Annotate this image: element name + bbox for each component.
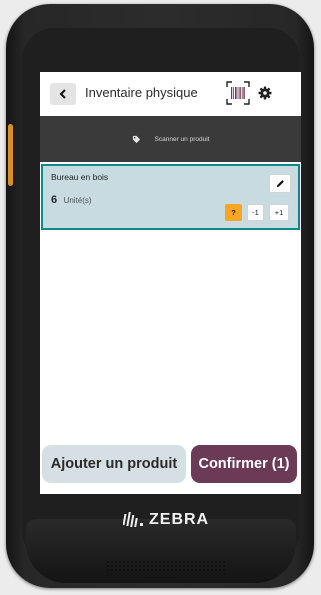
brand-logo-area: ZEBRA bbox=[123, 511, 209, 529]
product-line[interactable]: Bureau en bois 6 Unité(s) ? -1 +1 bbox=[41, 164, 300, 230]
settings-button[interactable] bbox=[257, 85, 273, 101]
pencil-icon bbox=[276, 180, 284, 188]
scan-product-label: Scanner un produit bbox=[154, 135, 210, 143]
edit-button[interactable] bbox=[269, 174, 291, 193]
speaker-grille bbox=[106, 560, 226, 574]
confirm-button[interactable]: Confirmer (1) bbox=[191, 445, 297, 483]
product-quantity: 6 Unité(s) bbox=[51, 190, 92, 208]
brand-name: ZEBRA bbox=[149, 511, 210, 528]
barcode-scan-button[interactable] bbox=[226, 81, 250, 105]
side-scan-button[interactable] bbox=[8, 124, 13, 186]
product-name: Bureau en bois bbox=[51, 172, 109, 182]
add-product-button[interactable]: Ajouter un produit bbox=[42, 445, 186, 483]
decrement-button[interactable]: -1 bbox=[247, 204, 264, 221]
increment-button[interactable]: +1 bbox=[269, 204, 289, 221]
chevron-left-icon bbox=[59, 89, 66, 99]
device-body: Inventaire physique Scanner un produit B… bbox=[6, 4, 314, 588]
top-bar: Inventaire physique bbox=[40, 72, 301, 116]
zebra-logo-icon bbox=[123, 512, 143, 527]
barcode-scan-icon bbox=[226, 81, 250, 105]
unknown-quantity-button[interactable]: ? bbox=[225, 204, 242, 221]
back-button[interactable] bbox=[50, 83, 76, 105]
quantity-value: 6 bbox=[51, 194, 58, 206]
quantity-unit: Unité(s) bbox=[63, 196, 92, 205]
app-screen: Inventaire physique Scanner un produit B… bbox=[40, 72, 301, 494]
page-title: Inventaire physique bbox=[85, 85, 198, 100]
scan-product-bar[interactable]: Scanner un produit bbox=[40, 116, 301, 162]
gear-icon bbox=[258, 86, 272, 100]
tag-icon bbox=[132, 135, 140, 143]
